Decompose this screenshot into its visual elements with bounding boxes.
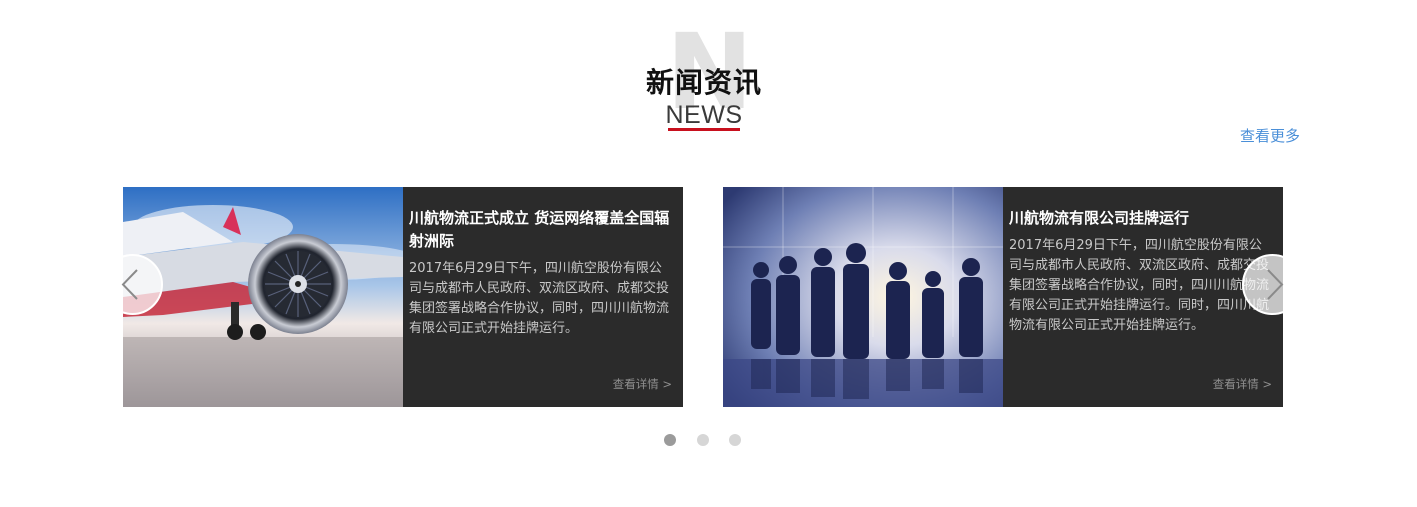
carousel-next-button[interactable]: [1242, 254, 1303, 315]
news-card-content: 川航物流正式成立 货运网络覆盖全国辐射洲际 2017年6月29日下午，四川航空股…: [403, 187, 683, 407]
news-card[interactable]: 川航物流正式成立 货运网络覆盖全国辐射洲际 2017年6月29日下午，四川航空股…: [123, 187, 683, 407]
view-more-link[interactable]: 查看更多: [1240, 126, 1300, 146]
news-title[interactable]: 川航物流有限公司挂牌运行: [1009, 207, 1273, 230]
carousel-pagination: [664, 434, 744, 446]
business-team-silhouette-photo[interactable]: [723, 187, 1003, 407]
section-title-cn: 新闻资讯: [645, 66, 762, 99]
news-description: 2017年6月29日下午，四川航空股份有限公司与成都市人民政府、双流区政府、成都…: [409, 261, 670, 336]
pagination-dot-1[interactable]: [664, 434, 676, 446]
news-card-content: 川航物流有限公司挂牌运行 2017年6月29日下午，四川航空股份有限公司与成都市…: [1003, 187, 1283, 407]
chevron-left-icon: [121, 269, 138, 300]
title-underline: [668, 128, 740, 131]
pagination-dot-2[interactable]: [697, 434, 709, 446]
news-card[interactable]: 川航物流有限公司挂牌运行 2017年6月29日下午，四川航空股份有限公司与成都市…: [723, 187, 1283, 407]
pagination-dot-3[interactable]: [729, 434, 741, 446]
news-section-header: N 新闻资讯 NEWS 查看更多: [0, 0, 1417, 145]
news-title[interactable]: 川航物流正式成立 货运网络覆盖全国辐射洲际: [409, 207, 673, 253]
news-description: 2017年6月29日下午，四川航空股份有限公司与成都市人民政府、双流区政府、成都…: [1009, 238, 1270, 333]
view-detail-link[interactable]: 查看详情 >: [613, 377, 672, 391]
view-detail-link[interactable]: 查看详情 >: [1213, 377, 1272, 391]
carousel-prev-button[interactable]: [102, 254, 163, 315]
section-title-en: NEWS: [665, 101, 743, 129]
chevron-right-icon: [1267, 269, 1284, 300]
airplane-engine-photo[interactable]: [123, 187, 403, 407]
